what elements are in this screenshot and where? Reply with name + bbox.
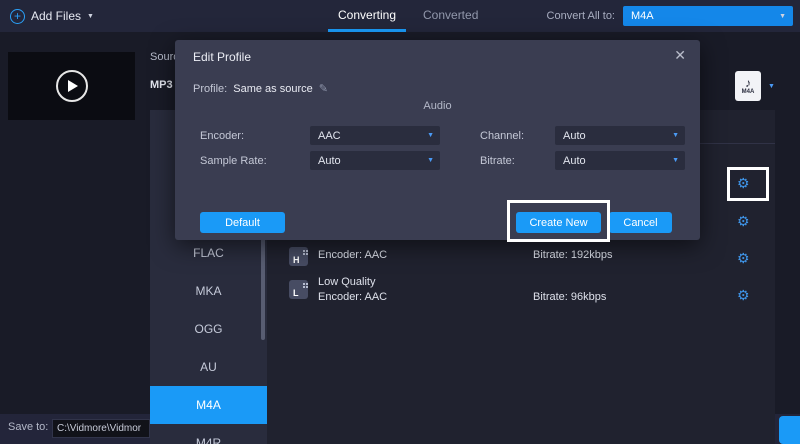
cancel-button[interactable]: Cancel: [609, 212, 672, 233]
highlight-box-create-new: [507, 200, 610, 242]
format-item-mka[interactable]: MKA: [150, 272, 267, 310]
highlight-box-gear: [727, 167, 769, 201]
bitrate-value: Auto: [563, 155, 586, 167]
music-note-icon: ♪: [745, 77, 751, 89]
profile-title: Low Quality: [318, 276, 375, 288]
convert-all-button[interactable]: [779, 416, 800, 444]
convert-all-dropdown[interactable]: M4A ▼: [623, 6, 793, 26]
channel-value: Auto: [563, 130, 586, 142]
app-window: + Add Files ▼ Converting Converted Conve…: [0, 0, 800, 444]
format-item-m4r[interactable]: M4R: [150, 424, 267, 444]
top-toolbar: + Add Files ▼ Converting Converted Conve…: [0, 0, 800, 32]
chevron-down-icon: ▼: [427, 157, 434, 164]
audio-section-title: Audio: [175, 100, 700, 112]
gear-icon[interactable]: ⚙: [737, 214, 750, 228]
chevron-down-icon: ▼: [672, 157, 679, 164]
channel-label: Channel:: [480, 130, 524, 142]
bitrate-dropdown[interactable]: Auto ▼: [555, 151, 685, 170]
edit-pencil-icon[interactable]: ✎: [319, 82, 328, 95]
convert-all-label: Convert All to:: [547, 0, 615, 32]
edit-profile-dialog: Edit Profile ✕ Profile: Same as source ✎…: [175, 40, 700, 240]
play-icon: [68, 80, 78, 92]
save-path-input[interactable]: C:\Vidmore\Vidmor: [52, 419, 150, 438]
chevron-down-icon: ▼: [768, 83, 775, 90]
play-button[interactable]: [56, 70, 88, 102]
channel-dropdown[interactable]: Auto ▼: [555, 126, 685, 145]
tab-converted[interactable]: Converted: [413, 0, 488, 32]
profile-encoder: Encoder: AAC: [318, 291, 387, 303]
badge-letter: L: [293, 288, 299, 298]
quality-badge-high: H: [289, 247, 308, 266]
chevron-down-icon: ▼: [427, 132, 434, 139]
bitrate-label: Bitrate:: [480, 155, 515, 167]
chevron-down-icon: ▼: [779, 13, 786, 20]
encoder-label: Encoder:: [200, 130, 244, 142]
format-item-ogg[interactable]: OGG: [150, 310, 267, 348]
output-format-text: M4A: [742, 89, 755, 95]
file-format-label: MP3: [150, 79, 173, 91]
encoder-dropdown[interactable]: AAC ▼: [310, 126, 440, 145]
format-item-m4a[interactable]: M4A: [150, 386, 267, 424]
default-button[interactable]: Default: [200, 212, 285, 233]
quality-badge-low: L: [289, 280, 308, 299]
encoder-value: AAC: [318, 130, 341, 142]
profile-encoder: Encoder: AAC: [318, 249, 387, 261]
close-icon[interactable]: ✕: [674, 47, 686, 64]
sample-rate-value: Auto: [318, 155, 341, 167]
tab-converting[interactable]: Converting: [328, 0, 406, 32]
output-format-icon: ♪ M4A: [735, 71, 761, 101]
chevron-down-icon: ▼: [87, 13, 94, 20]
convert-all-value: M4A: [631, 10, 654, 22]
output-format-selector[interactable]: ♪ M4A ▼: [735, 71, 775, 101]
profile-label: Profile:: [193, 83, 227, 95]
sample-rate-label: Sample Rate:: [200, 155, 267, 167]
video-thumbnail[interactable]: [8, 52, 135, 120]
add-plus-icon: +: [10, 9, 25, 24]
save-to-label: Save to:: [8, 421, 48, 433]
profile-bitrate: Bitrate: 96kbps: [533, 291, 606, 303]
sample-rate-dropdown[interactable]: Auto ▼: [310, 151, 440, 170]
profile-value: Same as source: [233, 83, 312, 95]
chevron-down-icon: ▼: [672, 132, 679, 139]
gear-icon[interactable]: ⚙: [737, 251, 750, 265]
format-item-au[interactable]: AU: [150, 348, 267, 386]
profile-row: Profile: Same as source ✎: [193, 82, 328, 95]
badge-letter: H: [293, 255, 300, 265]
dialog-title: Edit Profile: [193, 50, 251, 64]
add-files-label: Add Files: [31, 9, 81, 23]
gear-icon[interactable]: ⚙: [737, 288, 750, 302]
add-files-button[interactable]: + Add Files ▼: [10, 0, 94, 32]
profile-bitrate: Bitrate: 192kbps: [533, 249, 613, 261]
